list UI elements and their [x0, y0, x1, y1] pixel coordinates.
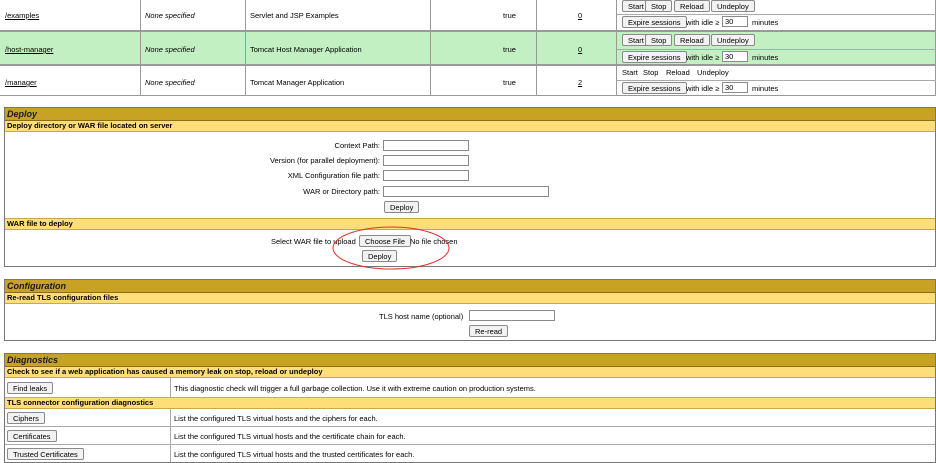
command-stop-button[interactable]: Stop	[643, 68, 658, 77]
app-sessions-link[interactable]: 0	[578, 11, 582, 20]
app-row: /examples None specified Servlet and JSP E…	[0, 0, 936, 31]
tls-host-label: TLS host name (optional)	[379, 312, 464, 321]
diag-divider	[170, 409, 171, 426]
idle-label: with idle ≥	[686, 53, 720, 62]
minutes-label: minutes	[752, 84, 779, 93]
diagnostics-section: Diagnostics Check to see if a web applic…	[4, 353, 936, 463]
certificates-row: Certificates List the configured TLS vir…	[5, 427, 935, 445]
app-row: /manager None specified Tomcat Manager App…	[0, 65, 936, 96]
table-cell	[431, 0, 537, 30]
reread-button[interactable]: Re-read	[469, 325, 509, 337]
app-path-link[interactable]: /examples	[5, 11, 39, 20]
deploy-server-subtitle: Deploy directory or WAR file located on …	[5, 121, 935, 132]
diag-divider	[170, 427, 171, 444]
leak-subtitle: Check to see if a web application has ca…	[5, 367, 935, 378]
table-cell	[431, 32, 537, 64]
app-version: None specified	[145, 45, 195, 54]
find-leaks-row: Find leaks This diagnostic check will tr…	[5, 378, 935, 398]
war-directory-label: WAR or Directory path:	[303, 187, 380, 196]
xml-config-input[interactable]	[383, 170, 469, 181]
expire-sessions-button[interactable]: Expire sessions	[622, 16, 687, 28]
command-stop-button[interactable]: Stop	[645, 0, 673, 12]
app-running: true	[503, 45, 516, 54]
diag-divider	[170, 378, 171, 397]
configuration-title: Configuration	[5, 280, 935, 293]
idle-minutes-input[interactable]: 30	[722, 51, 748, 62]
command-reload-button[interactable]: Reload	[674, 0, 710, 12]
deploy-server-button[interactable]: Deploy	[384, 201, 420, 213]
find-leaks-description: This diagnostic check will trigger a ful…	[174, 384, 536, 393]
app-version: None specified	[145, 78, 195, 87]
command-divider	[617, 14, 936, 15]
command-undeploy-button[interactable]: Undeploy	[711, 34, 755, 46]
deploy-title: Deploy	[5, 108, 935, 121]
certificates-description: List the configured TLS virtual hosts an…	[174, 432, 406, 441]
minutes-label: minutes	[752, 53, 779, 62]
table-cell	[537, 32, 617, 64]
version-label: Version (for parallel deployment):	[269, 156, 380, 165]
deploy-section: Deploy Deploy directory or WAR file loca…	[4, 107, 936, 270]
app-path-link[interactable]: /manager	[5, 78, 37, 87]
table-cell	[431, 66, 537, 95]
ciphers-button[interactable]: Ciphers	[7, 412, 45, 424]
app-version: None specified	[145, 11, 195, 20]
table-cell	[537, 0, 617, 30]
expire-sessions-button[interactable]: Expire sessions	[622, 51, 687, 63]
xml-config-label: XML Configuration file path:	[287, 171, 380, 180]
app-running: true	[503, 78, 516, 87]
command-reload-button[interactable]: Reload	[666, 68, 690, 77]
tls-host-input[interactable]	[469, 310, 555, 321]
command-stop-button[interactable]: Stop	[645, 34, 673, 46]
minutes-label: minutes	[752, 18, 779, 27]
idle-minutes-input[interactable]: 30	[722, 82, 748, 93]
table-cell	[537, 66, 617, 95]
app-running: true	[503, 11, 516, 20]
command-reload-button[interactable]: Reload	[674, 34, 710, 46]
trusted-certificates-button[interactable]: Trusted Certificates	[7, 448, 84, 460]
command-undeploy-button[interactable]: Undeploy	[697, 68, 729, 77]
annotation-circle	[332, 226, 450, 270]
war-upload-subtitle: WAR file to deploy	[5, 218, 935, 230]
context-path-label: Context Path:	[334, 141, 380, 150]
war-directory-input[interactable]	[383, 186, 549, 197]
app-sessions-link[interactable]: 2	[578, 78, 582, 87]
diagnostics-title: Diagnostics	[5, 354, 935, 367]
expire-sessions-button[interactable]: Expire sessions	[622, 82, 687, 94]
command-divider	[617, 80, 936, 81]
tls-diagnostics-subtitle: TLS connector configuration diagnostics	[5, 398, 935, 409]
certificates-button[interactable]: Certificates	[7, 430, 57, 442]
version-input[interactable]	[383, 155, 469, 166]
app-display-name: Tomcat Host Manager Application	[250, 45, 362, 54]
command-divider	[617, 49, 936, 50]
app-display-name: Tomcat Manager Application	[250, 78, 345, 87]
idle-label: with idle ≥	[686, 84, 720, 93]
app-path-link[interactable]: /host-manager	[5, 45, 53, 54]
ciphers-row: Ciphers List the configured TLS virtual …	[5, 409, 935, 427]
trusted-certificates-description: List the configured TLS virtual hosts an…	[174, 450, 415, 459]
app-display-name: Servlet and JSP Examples	[250, 11, 339, 20]
command-start-button[interactable]: Start	[622, 68, 638, 77]
app-row: /host-manager None specified Tomcat Host M…	[0, 31, 936, 65]
idle-minutes-input[interactable]: 30	[722, 16, 748, 27]
find-leaks-button[interactable]: Find leaks	[7, 382, 54, 394]
app-sessions-link[interactable]: 0	[578, 45, 582, 54]
ciphers-description: List the configured TLS virtual hosts an…	[174, 414, 378, 423]
idle-label: with idle ≥	[686, 18, 720, 27]
configuration-section: Configuration Re-read TLS configuration …	[4, 279, 936, 341]
configuration-subtitle: Re-read TLS configuration files	[5, 293, 935, 304]
command-undeploy-button[interactable]: Undeploy	[711, 0, 755, 12]
context-path-input[interactable]	[383, 140, 469, 151]
